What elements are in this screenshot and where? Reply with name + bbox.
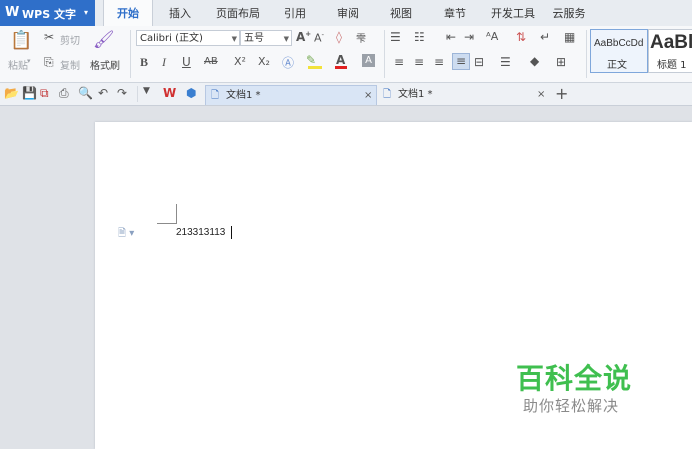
bold-button[interactable]: B <box>140 55 148 70</box>
line-spacing-icon[interactable]: ☰ <box>500 55 511 69</box>
italic-button[interactable]: I <box>162 55 166 70</box>
clear-format-icon[interactable]: ◊ <box>336 30 342 44</box>
paragraph-mark-icon[interactable]: ↵ <box>540 30 550 44</box>
text-cursor <box>231 226 232 239</box>
style-normal[interactable]: AaBbCcDd 正文 <box>590 29 648 73</box>
table-icon[interactable]: ▦ <box>564 30 575 44</box>
save-icon[interactable]: 💾 <box>22 86 37 100</box>
cut-button[interactable]: 剪切 <box>60 32 80 47</box>
tab-view[interactable]: 视图 <box>383 0 419 26</box>
tab-developer[interactable]: 开发工具 <box>484 0 542 26</box>
subscript-button[interactable]: X₂ <box>258 55 270 68</box>
wps-home-icon[interactable]: W <box>163 86 176 100</box>
document-tab-title: 文档1 * <box>398 89 433 100</box>
app-name: WPS 文字 <box>22 8 76 21</box>
copy-button[interactable]: 复制 <box>60 57 80 72</box>
chevron-down-icon: ▾ <box>84 8 89 17</box>
grow-font-icon[interactable]: A+ <box>296 30 311 44</box>
tab-review[interactable]: 审阅 <box>330 0 366 26</box>
print-preview-icon[interactable]: 🔍 <box>78 86 93 100</box>
decrease-indent-icon[interactable]: ⇤ <box>446 30 456 44</box>
wps-logo-icon: W <box>5 5 20 20</box>
chevron-down-icon: ▼ <box>283 35 289 43</box>
style-heading-label: 标题 1 <box>657 60 687 71</box>
border-icon[interactable]: ⊞ <box>556 55 566 69</box>
document-text[interactable]: 213313113 <box>176 227 225 238</box>
font-name-select[interactable]: Calibri (正文) ▼ <box>136 30 240 46</box>
tab-chapter[interactable]: 章节 <box>437 0 473 26</box>
tab-references[interactable]: 引用 <box>277 0 313 26</box>
font-name-value: Calibri (正文) <box>140 33 203 44</box>
font-color-swatch <box>335 66 347 69</box>
shading-icon[interactable]: ◆ <box>530 54 539 68</box>
highlight-color-swatch <box>308 66 322 69</box>
distribute-icon[interactable]: ⊟ <box>474 55 484 69</box>
document-icon: 🗋 <box>383 89 392 100</box>
divider <box>130 30 131 78</box>
strikethrough-button[interactable]: AB <box>204 56 218 67</box>
font-color-icon[interactable]: A <box>336 53 345 67</box>
divider <box>384 30 385 78</box>
style-heading-preview: AaBl <box>650 32 692 53</box>
align-right-icon[interactable]: ≡ <box>434 55 444 69</box>
superscript-button[interactable]: X² <box>234 55 246 68</box>
close-icon[interactable]: × <box>364 86 372 105</box>
watermark-subtitle: 助你轻松解决 <box>523 397 620 415</box>
document-tab[interactable]: 🗋 文档1 * × <box>380 85 552 104</box>
margin-corner-mark <box>157 223 177 224</box>
tab-cloud[interactable]: 云服务 <box>546 0 592 26</box>
style-normal-preview: AaBbCcDd <box>594 38 644 49</box>
align-left-icon[interactable]: ≡ <box>394 55 404 69</box>
document-tab-title: 文档1 * <box>226 90 261 101</box>
highlight-icon[interactable]: ✎ <box>306 53 316 67</box>
watermark-title: 百科全说 <box>516 362 633 395</box>
text-effect-icon[interactable]: Ⓐ <box>282 54 294 71</box>
paragraph-handle-icon[interactable]: 🗎 ▾ <box>118 226 134 243</box>
tab-start[interactable]: 开始 <box>103 0 153 27</box>
margin-corner-mark <box>176 204 177 224</box>
chevron-down-icon: ▼ <box>231 35 237 43</box>
sort-icon[interactable]: ⇅ <box>516 30 526 44</box>
char-shading-icon[interactable]: A <box>362 54 375 67</box>
underline-button[interactable]: U <box>182 55 191 69</box>
tab-page-layout[interactable]: 页面布局 <box>210 0 266 26</box>
shrink-font-icon[interactable]: A- <box>314 31 324 45</box>
scissors-icon: ✂ <box>44 30 55 44</box>
phonetic-guide-icon[interactable]: 雫 <box>356 30 366 45</box>
format-painter-button[interactable]: 格式刷 <box>90 57 120 72</box>
numbered-list-icon[interactable]: ☷ <box>414 30 425 44</box>
close-icon[interactable]: × <box>537 85 545 104</box>
undo-icon[interactable]: ↶ <box>98 86 108 100</box>
open-folder-icon[interactable]: 📂 <box>4 86 19 100</box>
bullet-list-icon[interactable]: ☰ <box>390 30 401 44</box>
new-tab-plus-icon[interactable]: + <box>555 84 568 103</box>
document-icon: 🗋 <box>211 90 220 101</box>
paste-button[interactable]: 粘贴 <box>8 57 28 72</box>
print-icon[interactable]: ⎙ <box>59 86 69 101</box>
cloud-docs-icon[interactable]: ⬢ <box>186 86 196 100</box>
divider <box>137 86 138 102</box>
style-heading-1[interactable]: AaBl 标题 1 <box>648 29 692 73</box>
app-menu-button[interactable]: W WPS 文字 ▾ <box>0 0 95 26</box>
change-case-icon[interactable]: ᴬA <box>486 30 498 43</box>
paste-icon[interactable]: 📋 <box>10 30 32 52</box>
redo-icon[interactable]: ↷ <box>117 86 127 100</box>
format-painter-icon[interactable]: 🖌 <box>93 30 115 50</box>
paste-dropdown-icon[interactable]: ▾ <box>27 57 31 65</box>
font-size-value: 五号 <box>244 33 264 44</box>
divider <box>586 30 587 78</box>
document-tab-active[interactable]: 🗋 文档1 * × <box>205 85 377 105</box>
increase-indent-icon[interactable]: ⇥ <box>464 30 474 44</box>
customize-toolbar-icon[interactable]: ▼ <box>143 86 150 96</box>
export-pdf-icon[interactable]: ⧉ <box>40 86 49 101</box>
style-normal-label: 正文 <box>607 60 627 71</box>
align-center-icon[interactable]: ≡ <box>414 55 424 69</box>
justify-icon[interactable]: ≡ <box>452 53 470 70</box>
tab-insert[interactable]: 插入 <box>161 0 199 26</box>
font-size-select[interactable]: 五号 ▼ <box>240 30 292 46</box>
copy-icon: ⎘ <box>44 55 54 69</box>
